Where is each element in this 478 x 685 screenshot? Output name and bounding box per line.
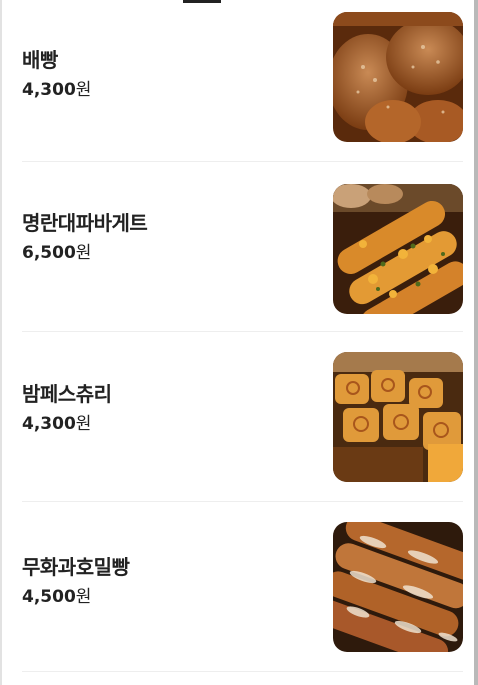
bread-photo-3[interactable]	[333, 352, 463, 482]
menu-item[interactable]: 무화과호밀빵 4,500원	[22, 502, 463, 672]
menu-item-info: 배빵 4,300원	[22, 47, 312, 101]
menu-item-name: 배빵	[22, 48, 58, 72]
menu-item-info: 밤페스츄리 4,300원	[22, 381, 312, 435]
menu-item-name: 무화과호밀빵	[22, 555, 130, 579]
bread-photo-4[interactable]	[333, 522, 463, 652]
menu-item-name: 밤페스츄리	[22, 382, 112, 406]
left-edge	[0, 0, 2, 685]
price-value: 4,500	[22, 587, 76, 607]
menu-item[interactable]: 밤페스츄리 4,300원	[22, 332, 463, 502]
price-unit: 원	[75, 243, 92, 263]
bread-photo-2[interactable]	[333, 184, 463, 314]
scrollbar-track[interactable]	[474, 0, 478, 685]
menu-item-price: 4,300원	[22, 79, 312, 101]
menu-item-price: 4,300원	[22, 413, 312, 435]
price-unit: 원	[75, 414, 92, 434]
price-value: 4,300	[22, 80, 76, 100]
menu-item[interactable]: 명란대파바게트 6,500원	[22, 162, 463, 332]
menu-item-info: 무화과호밀빵 4,500원	[22, 554, 312, 608]
menu-item-info: 명란대파바게트 6,500원	[22, 210, 312, 264]
price-unit: 원	[75, 80, 92, 100]
menu-list: 배빵 4,300원 명란대파바게트 6,500원 밤페스츄리 4,300원 무화…	[22, 0, 463, 672]
menu-item-price: 6,500원	[22, 242, 312, 264]
bread-photo-1[interactable]	[333, 12, 463, 142]
price-value: 4,300	[22, 414, 76, 434]
menu-item[interactable]: 배빵 4,300원	[22, 0, 463, 162]
menu-page: 배빵 4,300원 명란대파바게트 6,500원 밤페스츄리 4,300원 무화…	[0, 0, 478, 685]
menu-item-price: 4,500원	[22, 586, 312, 608]
menu-item-name: 명란대파바게트	[22, 211, 148, 235]
price-value: 6,500	[22, 243, 76, 263]
price-unit: 원	[75, 587, 92, 607]
